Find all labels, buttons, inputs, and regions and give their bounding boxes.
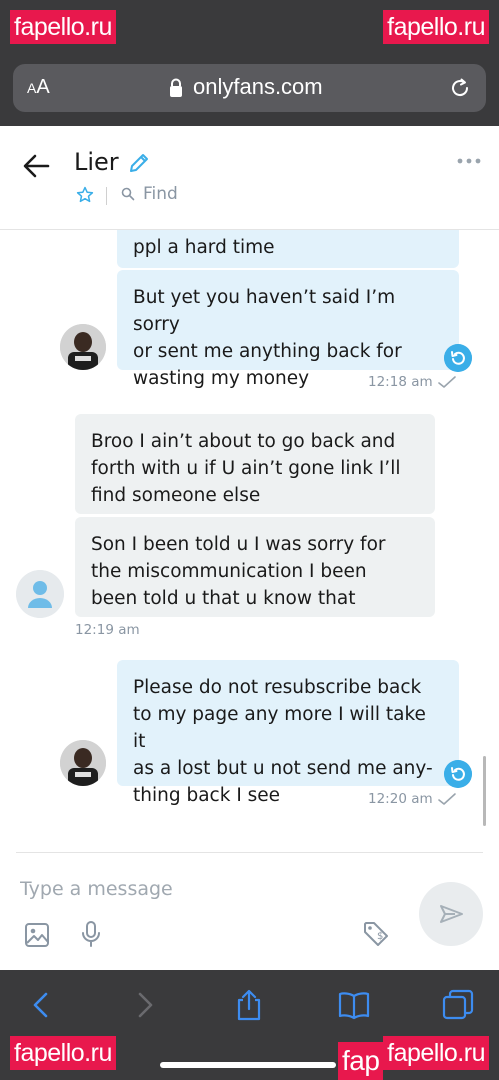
incoming-message[interactable]: Broo I ain’t about to go back and forth … [75,414,435,514]
watermark: fapello.ru [383,10,489,44]
incoming-message[interactable]: Son I been told u I was sorry for the mi… [75,517,435,617]
back-arrow-icon[interactable] [20,150,52,182]
reload-icon[interactable] [448,76,472,100]
message-composer: $ [0,852,499,970]
search-icon [121,187,135,201]
message-text: Broo I ain’t about to go back and forth … [91,431,401,506]
check-icon [438,793,456,805]
more-options-icon[interactable] [457,156,481,166]
tabs-icon[interactable] [441,988,475,1022]
address-bar[interactable]: AA onlyfans.com [13,64,486,112]
watermark: fapello.ru [383,1036,489,1070]
svg-text:$: $ [377,931,383,942]
avatar[interactable] [16,570,64,618]
share-icon[interactable] [232,988,266,1022]
check-icon [438,376,456,388]
timestamp: 12:19 am [75,622,140,638]
chat-header: Lier Find [0,126,499,230]
home-indicator[interactable] [160,1062,336,1068]
forward-chevron-icon[interactable] [128,988,162,1022]
send-icon [440,905,463,923]
watermark: fap [338,1042,384,1080]
outgoing-message[interactable]: Please do not resubscribe back to my pag… [117,660,459,806]
timestamp: 12:20 am [368,791,433,807]
microphone-icon[interactable] [80,920,102,948]
send-button[interactable] [419,882,483,946]
star-icon[interactable] [76,186,94,204]
bookmarks-icon[interactable] [337,988,371,1022]
back-chevron-icon[interactable] [24,988,58,1022]
message-text: ppl a hard time [133,237,275,258]
divider [16,852,483,853]
find-label: Find [143,184,178,204]
find-button[interactable]: Find [121,184,178,204]
divider [106,187,107,205]
message-text: Please do not resubscribe back to my pag… [133,677,433,806]
message-text: Son I been told u I was sorry for the mi… [91,534,386,609]
undo-icon[interactable] [444,344,472,372]
avatar[interactable] [60,324,106,370]
message-input[interactable] [20,874,400,904]
url-text[interactable]: onlyfans.com [193,74,323,100]
scrollbar[interactable] [483,756,486,826]
pencil-icon[interactable] [128,152,150,174]
avatar-photo [60,740,106,786]
watermark: fapello.ru [10,10,116,44]
watermark: fapello.ru [10,1036,116,1070]
outgoing-message[interactable]: ppl a hard time [117,230,459,268]
lock-icon [170,78,182,97]
timestamp: 12:18 am [368,374,433,390]
avatar-photo [60,324,106,370]
avatar[interactable] [60,740,106,786]
message-list[interactable]: ppl a hard time But yet you haven’t said… [0,230,499,852]
reader-settings-button[interactable]: AA [27,76,50,99]
price-tag-icon[interactable]: $ [362,920,390,948]
user-icon [16,570,64,618]
image-icon[interactable] [24,922,50,948]
chat-title: Lier [74,148,119,176]
outgoing-message[interactable]: But yet you haven’t said I’m sorry or se… [117,270,459,389]
undo-icon[interactable] [444,760,472,788]
